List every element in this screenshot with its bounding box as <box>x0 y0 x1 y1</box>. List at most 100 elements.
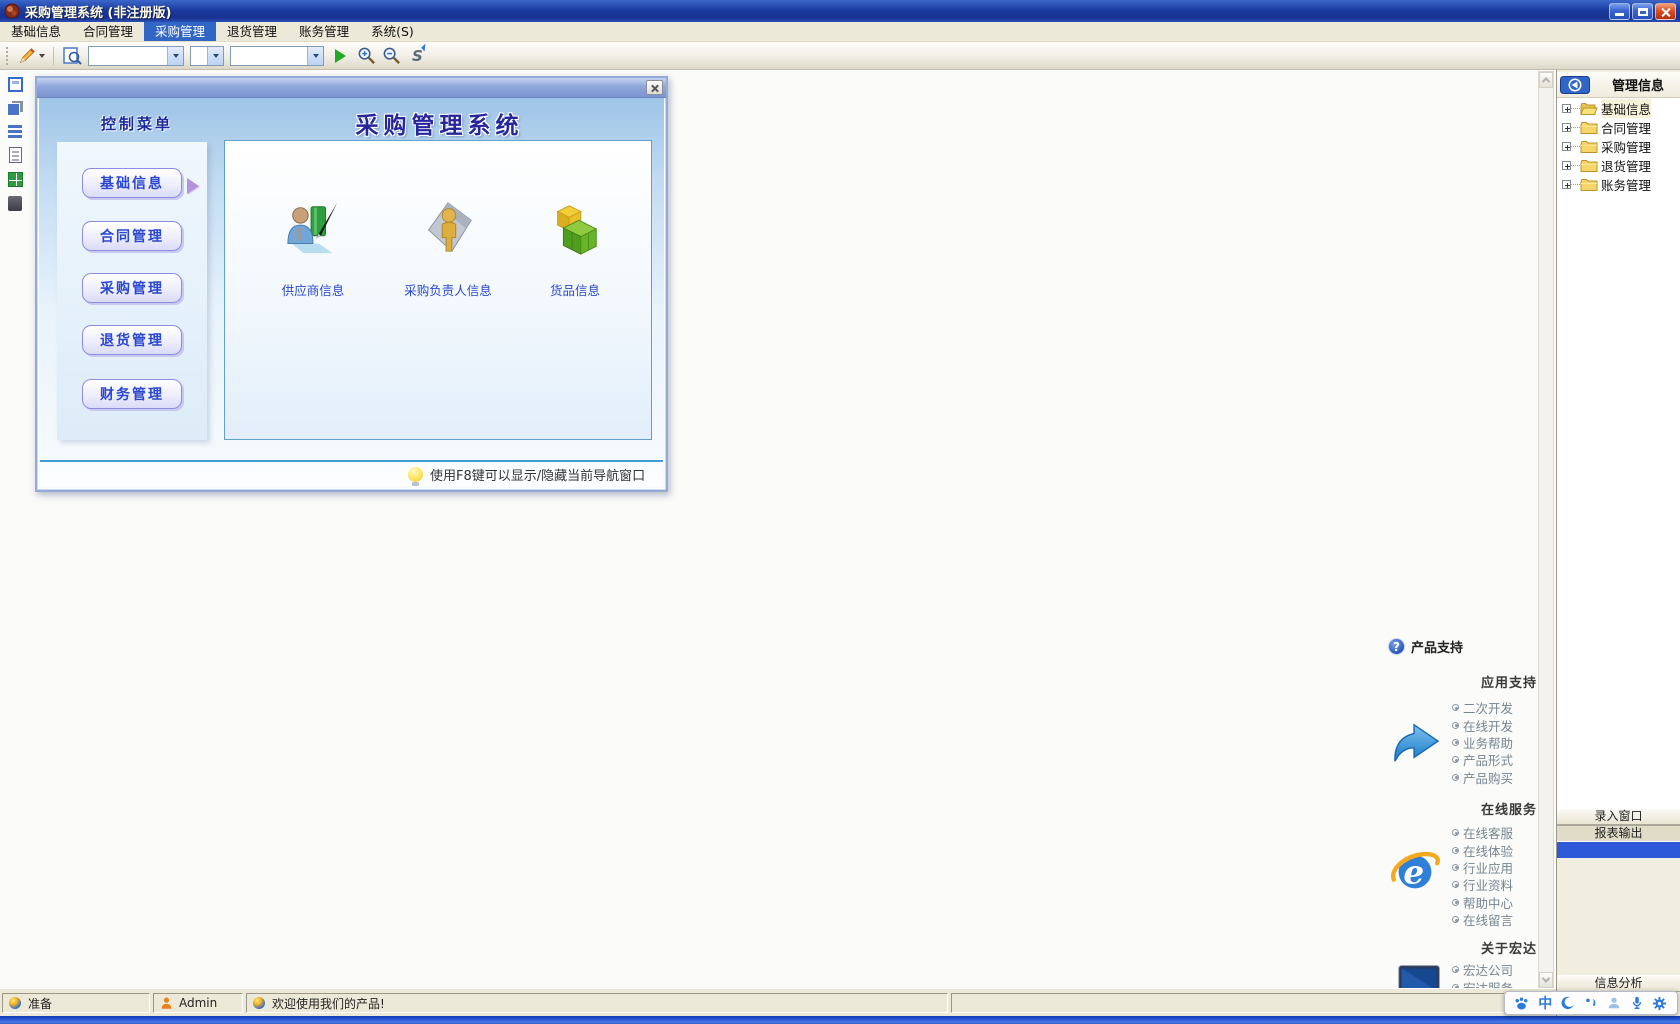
tree-item-label[interactable]: 退货管理 <box>1601 156 1651 175</box>
folder-icon <box>1580 121 1598 134</box>
nav-button-base-info[interactable]: 基础信息 <box>82 168 182 198</box>
expand-icon[interactable] <box>1562 161 1571 170</box>
filter-combo-1[interactable] <box>88 45 184 66</box>
navigation-close-icon[interactable] <box>646 80 663 95</box>
support-link[interactable]: 业务帮助 <box>1452 734 1552 751</box>
scroll-down-button[interactable] <box>1539 972 1553 988</box>
support-link[interactable]: 产品形式 <box>1452 751 1552 768</box>
close-button[interactable] <box>1655 2 1676 20</box>
shortcut-label: 供应商信息 <box>281 283 345 298</box>
nav-button-returns[interactable]: 退货管理 <box>82 325 182 355</box>
combo-dropdown-icon[interactable] <box>207 46 223 65</box>
bullet-icon <box>1452 898 1459 906</box>
support-link[interactable]: 行业应用 <box>1452 859 1552 876</box>
restore-button[interactable] <box>1632 2 1653 20</box>
support-link[interactable]: 宏达公司 <box>1452 961 1552 978</box>
support-group-header-about: 关于宏达 <box>1480 942 1537 957</box>
ime-moon-icon[interactable] <box>1561 996 1575 1010</box>
scroll-up-button[interactable] <box>1539 72 1553 88</box>
eraser-tool-icon[interactable] <box>8 196 22 211</box>
tree-item-label[interactable]: 采购管理 <box>1601 137 1651 156</box>
bullet-icon <box>1452 863 1459 871</box>
tree-item-label[interactable]: 账务管理 <box>1601 175 1651 194</box>
support-link[interactable]: 在线留言 <box>1452 911 1552 928</box>
filter-combo-2[interactable] <box>190 45 224 66</box>
status-user-text: Admin <box>179 996 218 1010</box>
support-link-label: 业务帮助 <box>1463 735 1514 751</box>
ime-paw-icon[interactable] <box>1514 996 1529 1011</box>
support-link[interactable]: 行业资料 <box>1452 876 1552 893</box>
edit-button[interactable] <box>16 45 47 67</box>
support-link[interactable]: 帮助中心 <box>1452 894 1552 911</box>
support-link[interactable]: 产品购买 <box>1452 769 1552 786</box>
ime-settings-gear-icon[interactable] <box>1652 996 1667 1011</box>
shortcut-supplier-info[interactable]: 供应商信息 <box>243 199 383 299</box>
vertical-scrollbar[interactable] <box>1538 71 1554 989</box>
windows-taskbar[interactable] <box>0 1016 1680 1024</box>
lightbulb-icon <box>408 467 423 486</box>
menu-item-accounts[interactable]: 账务管理 <box>288 22 360 41</box>
tree-item-purchase[interactable]: 采购管理 <box>1557 138 1680 155</box>
menu-item-base-info[interactable]: 基础信息 <box>0 22 72 41</box>
folder-icon <box>1580 178 1598 191</box>
window-tool-icon[interactable] <box>7 77 23 92</box>
combo-dropdown-icon[interactable] <box>307 46 323 65</box>
workspace: 控制菜单 采购管理系统 基础信息 合同管理 采购管理 退货管理 财务管理 供应商… <box>0 70 1680 1013</box>
expand-icon[interactable] <box>1562 142 1571 151</box>
band-entry-window[interactable]: 录入窗口 <box>1557 808 1680 825</box>
zoom-in-button[interactable] <box>355 45 378 67</box>
status-user-panel: Admin <box>153 993 243 1013</box>
edit-dropdown-arrow[interactable] <box>39 53 45 58</box>
band-report-output[interactable]: 报表输出 <box>1557 825 1680 842</box>
band-info-analysis[interactable]: 信息分析 <box>1557 975 1680 992</box>
band-selection-highlight <box>1557 842 1680 858</box>
support-link[interactable]: 在线客服 <box>1452 824 1552 841</box>
question-icon: ? <box>1388 638 1405 655</box>
menu-item-purchase[interactable]: 采购管理 <box>144 22 217 41</box>
zoom-out-button[interactable] <box>380 45 403 67</box>
support-link[interactable]: 在线开发 <box>1452 716 1552 734</box>
spreadsheet-tool-icon[interactable] <box>7 172 23 187</box>
menu-item-contract[interactable]: 合同管理 <box>72 22 144 41</box>
support-link-label: 在线开发 <box>1463 718 1514 734</box>
sort-icon[interactable]: S <box>412 47 423 65</box>
menu-item-system[interactable]: 系统(S) <box>360 22 425 41</box>
ime-punctuation-icon[interactable] <box>1584 996 1598 1010</box>
support-link[interactable]: 二次开发 <box>1452 699 1552 716</box>
combo-dropdown-icon[interactable] <box>167 46 183 65</box>
tree-item-returns[interactable]: 退货管理 <box>1557 157 1680 174</box>
zoom-in-icon <box>358 47 375 64</box>
find-button[interactable] <box>60 45 84 67</box>
expand-icon[interactable] <box>1562 180 1571 189</box>
tree-item-label[interactable]: 合同管理 <box>1601 118 1651 137</box>
status-globe-icon <box>9 997 21 1009</box>
minimize-button[interactable] <box>1609 2 1630 20</box>
tree-item-label[interactable]: 基础信息 <box>1601 99 1652 118</box>
menubar: 基础信息 合同管理 采购管理 退货管理 账务管理 系统(S) <box>0 22 1680 42</box>
document-tool-icon[interactable] <box>8 147 22 163</box>
support-link-label: 帮助中心 <box>1463 895 1514 911</box>
filter-combo-3[interactable] <box>230 45 324 66</box>
tree-item-accounts[interactable]: 账务管理 <box>1557 176 1680 193</box>
support-link[interactable]: 在线体验 <box>1452 841 1552 859</box>
tree-item-base-info[interactable]: 基础信息 <box>1557 99 1680 118</box>
toolbar-separator <box>53 46 54 65</box>
tree-item-contract[interactable]: 合同管理 <box>1557 119 1680 136</box>
ime-user-icon[interactable] <box>1607 996 1621 1010</box>
shortcut-goods-info[interactable]: 货品信息 <box>505 199 645 299</box>
ime-microphone-icon[interactable] <box>1630 996 1644 1010</box>
navigation-window-titlebar[interactable] <box>37 78 666 98</box>
expand-icon[interactable] <box>1562 104 1571 113</box>
menu-item-returns[interactable]: 退货管理 <box>216 22 288 41</box>
bullet-icon <box>1452 846 1459 854</box>
nav-button-contract[interactable]: 合同管理 <box>82 221 182 251</box>
run-filter-icon[interactable] <box>335 48 346 63</box>
shortcut-buyer-info[interactable]: 采购负责人信息 <box>378 199 518 299</box>
copy-tool-icon[interactable] <box>7 101 23 116</box>
table-tool-icon[interactable] <box>8 125 22 138</box>
expand-icon[interactable] <box>1562 123 1571 132</box>
nav-button-finance[interactable]: 财务管理 <box>82 379 182 409</box>
back-button-icon[interactable] <box>1560 75 1590 94</box>
nav-button-purchase[interactable]: 采购管理 <box>82 273 182 303</box>
ime-language-toggle[interactable]: 中 <box>1538 993 1552 1013</box>
